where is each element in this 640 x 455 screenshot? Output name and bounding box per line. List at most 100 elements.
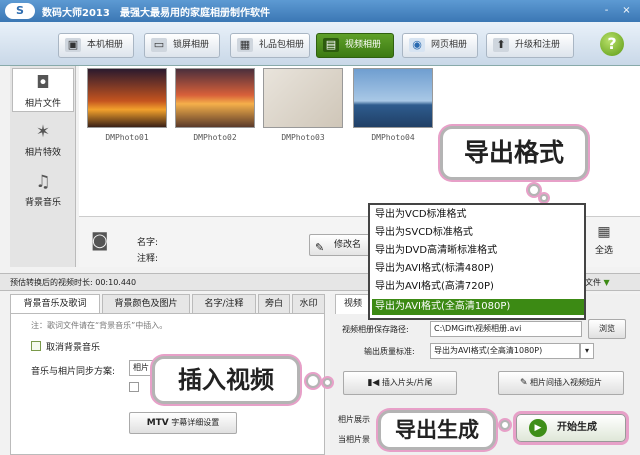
insert-video-callout: 插入视频 xyxy=(152,356,300,404)
tab-watermark[interactable]: 水印 xyxy=(292,294,325,313)
photo-thumbnail xyxy=(87,68,167,128)
app-slogan: 最强大最易用的家庭相册制作软件 xyxy=(120,8,270,19)
callout-text: 插入视频 xyxy=(178,366,274,394)
tab-label: 锁屏相册 xyxy=(173,40,210,50)
tab-background[interactable]: 背景颜色及图片 xyxy=(102,294,190,313)
current-photo-label: 当相片景 xyxy=(338,435,370,444)
play-icon: ▶ xyxy=(529,419,547,437)
insert-header-footer-button[interactable]: ▮◀ 插入片头/片尾 xyxy=(343,371,457,395)
pencil-icon: ✎ xyxy=(519,378,528,388)
format-option[interactable]: 导出为AVI格式(标清480P) xyxy=(372,261,584,277)
photo-name: DMPhoto03 xyxy=(281,133,325,142)
button-label: 修改名 xyxy=(334,240,362,250)
quality-select[interactable]: 导出为AVI格式(全高清1080P) xyxy=(430,343,580,359)
film-icon: ▤ xyxy=(323,38,339,52)
save-path-input[interactable]: C:\DMGift\视频相册.avi xyxy=(430,321,582,337)
callout-dot xyxy=(500,420,510,430)
button-label: 插入片头/片尾 xyxy=(381,378,433,387)
browse-button[interactable]: 浏览 xyxy=(588,319,626,339)
photo-name: DMPhoto01 xyxy=(105,133,149,142)
sparkle-icon: ✶ xyxy=(35,122,51,142)
tab-upgrade-register[interactable]: ⬆ 升级和注册 xyxy=(486,33,574,58)
format-option[interactable]: 导出为DVD高清晰标准格式 xyxy=(372,243,584,259)
format-option-selected[interactable]: 导出为AVI格式(全高清1080P) xyxy=(372,299,584,315)
film-icon: ▮◀ xyxy=(367,378,380,388)
format-option[interactable]: 导出为AVI格式(高清720P) xyxy=(372,279,584,295)
name-label: 名字: xyxy=(137,238,159,248)
tab-video[interactable]: 视频 xyxy=(335,294,371,314)
help-icon[interactable]: ? xyxy=(600,32,624,56)
tab-narration[interactable]: 旁白 xyxy=(258,294,290,313)
tab-label: 升级和注册 xyxy=(515,40,561,50)
callout-dot xyxy=(323,378,332,387)
format-combo-label: 文件 xyxy=(585,278,601,287)
format-option[interactable]: 导出为VCD标准格式 xyxy=(372,207,584,223)
cancel-music-label: 取消背景音乐 xyxy=(46,343,101,353)
tab-label: 网页相册 xyxy=(431,40,468,50)
tab-music-lyrics[interactable]: 背景音乐及歌词 xyxy=(10,294,100,314)
callout-text: 导出生成 xyxy=(395,418,479,442)
photo-album-icon: ▣ xyxy=(65,38,81,52)
button-label: 开始生成 xyxy=(557,422,597,433)
photo-thumbnail xyxy=(175,68,255,128)
tab-gift-album[interactable]: ▦ 礼品包相册 xyxy=(230,33,310,58)
photo-show-label: 相片展示 xyxy=(338,415,370,424)
callout-dot xyxy=(528,184,540,196)
app-title: 数码大师2013 xyxy=(42,8,110,19)
tab-lockscreen-album[interactable]: ▭ 锁屏相册 xyxy=(144,33,220,58)
title-bar: S 数码大师2013 最强大最易用的家庭相册制作软件 - × xyxy=(0,0,640,22)
format-dropdown-list[interactable]: 导出为VCD标准格式 导出为SVCD标准格式 导出为DVD高清晰标准格式 导出为… xyxy=(368,203,586,320)
photo-name: DMPhoto04 xyxy=(371,133,415,142)
start-generate-button[interactable]: ▶ 开始生成 xyxy=(516,414,626,442)
format-combo[interactable]: 文件 ▼ xyxy=(585,276,627,289)
export-generate-callout: 导出生成 xyxy=(378,410,496,450)
photo-thumbnail xyxy=(353,68,433,128)
tab-label: 本机相册 xyxy=(87,40,124,50)
quality-label: 输出质量标准: xyxy=(364,347,415,356)
lyrics-note: 注：歌词文件请在“背景音乐”中插入。 xyxy=(31,321,168,330)
callout-text: 导出格式 xyxy=(463,138,564,167)
sidebar-item-photo-effects[interactable]: ✶ 相片特效 xyxy=(12,118,74,162)
sidebar-item-label: 相片文件 xyxy=(24,99,61,109)
chevron-down-icon: ▼ xyxy=(603,278,610,287)
button-label: 相片间插入视频短片 xyxy=(530,378,603,387)
gift-icon: ▦ xyxy=(237,38,253,52)
music-note-icon: ♫ xyxy=(35,172,51,192)
insert-video-between-photos-button[interactable]: ✎ 相片间插入视频短片 xyxy=(498,371,624,395)
tab-label: 视频相册 xyxy=(345,40,382,50)
cancel-music-checkbox[interactable] xyxy=(31,341,41,351)
tab-web-album[interactable]: ◉ 网页相册 xyxy=(402,33,478,58)
estimated-duration: 预估转换后的视频时长: 00:10.440 xyxy=(10,278,137,287)
main-toolbar: ▣ 本机相册 ▭ 锁屏相册 ▦ 礼品包相册 ▤ 视频相册 ◉ 网页相册 ⬆ 升级… xyxy=(0,22,640,66)
tab-video-album[interactable]: ▤ 视频相册 xyxy=(316,33,394,58)
chevron-down-icon[interactable]: ▾ xyxy=(580,343,594,359)
pencil-icon: ✎ xyxy=(315,241,325,254)
monitor-icon: ▭ xyxy=(151,38,167,52)
sidebar-item-background-music[interactable]: ♫ 背景音乐 xyxy=(12,168,74,212)
photo-thumbnail xyxy=(263,68,343,128)
app-window: S 数码大师2013 最强大最易用的家庭相册制作软件 - × ▣ 本机相册 ▭ … xyxy=(0,0,640,455)
subtitle-settings-button[interactable]: MTV 字幕详细设置 xyxy=(129,412,237,434)
button-label: 字幕详细设置 xyxy=(171,418,220,427)
camera-icon: ◙ xyxy=(91,230,109,251)
camera-icon: ◘ xyxy=(36,73,50,93)
sidebar: ◘ 相片文件 ✶ 相片特效 ♫ 背景音乐 xyxy=(10,66,76,267)
photo-name: DMPhoto02 xyxy=(193,133,237,142)
tab-name-comment[interactable]: 名字/注释 xyxy=(192,294,256,313)
callout-dot xyxy=(540,194,548,202)
minimize-button[interactable]: - xyxy=(600,4,613,17)
upgrade-icon: ⬆ xyxy=(493,38,509,52)
sidebar-item-label: 背景音乐 xyxy=(24,198,61,208)
button-label: 全选 xyxy=(594,246,613,256)
sidebar-item-photo-files[interactable]: ◘ 相片文件 xyxy=(12,68,74,112)
app-logo: S xyxy=(5,3,35,19)
format-option[interactable]: 导出为SVCD标准格式 xyxy=(372,225,584,241)
export-format-callout: 导出格式 xyxy=(440,126,588,180)
select-all-button[interactable]: ▦ 全选 xyxy=(584,219,624,267)
tab-label: 礼品包相册 xyxy=(259,40,305,50)
close-button[interactable]: × xyxy=(620,4,633,17)
option-checkbox[interactable] xyxy=(129,382,139,392)
comment-label: 注释: xyxy=(137,254,159,264)
tab-local-album[interactable]: ▣ 本机相册 xyxy=(58,33,134,58)
sync-label: 音乐与相片同步方案: xyxy=(31,367,116,377)
